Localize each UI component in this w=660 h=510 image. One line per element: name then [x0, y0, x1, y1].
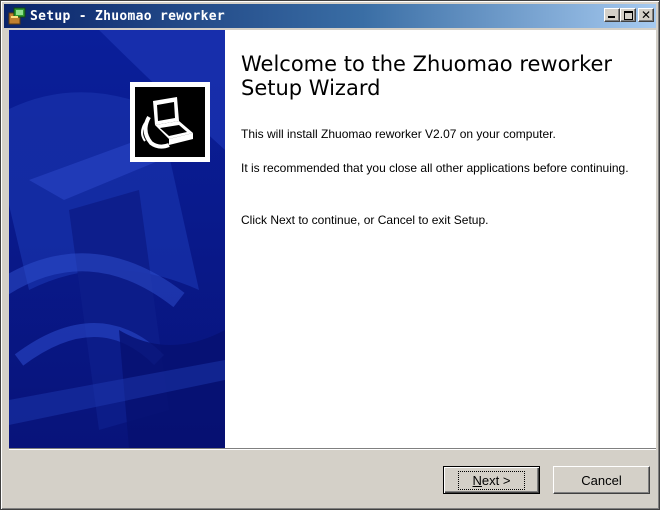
close-button[interactable]: ✕: [638, 8, 654, 22]
welcome-content: Welcome to the Zhuomao reworker Setup Wi…: [225, 30, 656, 448]
computer-setup-icon: [135, 87, 205, 157]
maximize-icon: [624, 11, 633, 20]
title-bar[interactable]: Setup - Zhuomao reworker ✕: [4, 4, 656, 28]
footer-divider: [9, 448, 656, 450]
close-icon: ✕: [640, 8, 652, 22]
minimize-button[interactable]: [604, 8, 620, 22]
close-apps-recommendation: It is recommended that you close all oth…: [241, 161, 629, 175]
minimize-icon: [608, 16, 615, 18]
cancel-button[interactable]: Cancel: [553, 466, 650, 494]
maximize-button[interactable]: [620, 8, 636, 22]
next-cancel-instruction: Click Next to continue, or Cancel to exi…: [241, 213, 489, 227]
installer-app-icon: [8, 7, 26, 25]
window-title: Setup - Zhuomao reworker: [30, 8, 226, 24]
welcome-heading: Welcome to the Zhuomao reworker Setup Wi…: [241, 52, 613, 100]
setup-logo: [130, 82, 210, 162]
setup-window: Setup - Zhuomao reworker ✕ Welcome to th…: [0, 0, 660, 510]
next-button[interactable]: Next >: [443, 466, 540, 494]
next-button-label: Next >: [457, 470, 526, 490]
install-description: This will install Zhuomao reworker V2.07…: [241, 127, 556, 141]
wizard-side-banner: [9, 30, 225, 448]
